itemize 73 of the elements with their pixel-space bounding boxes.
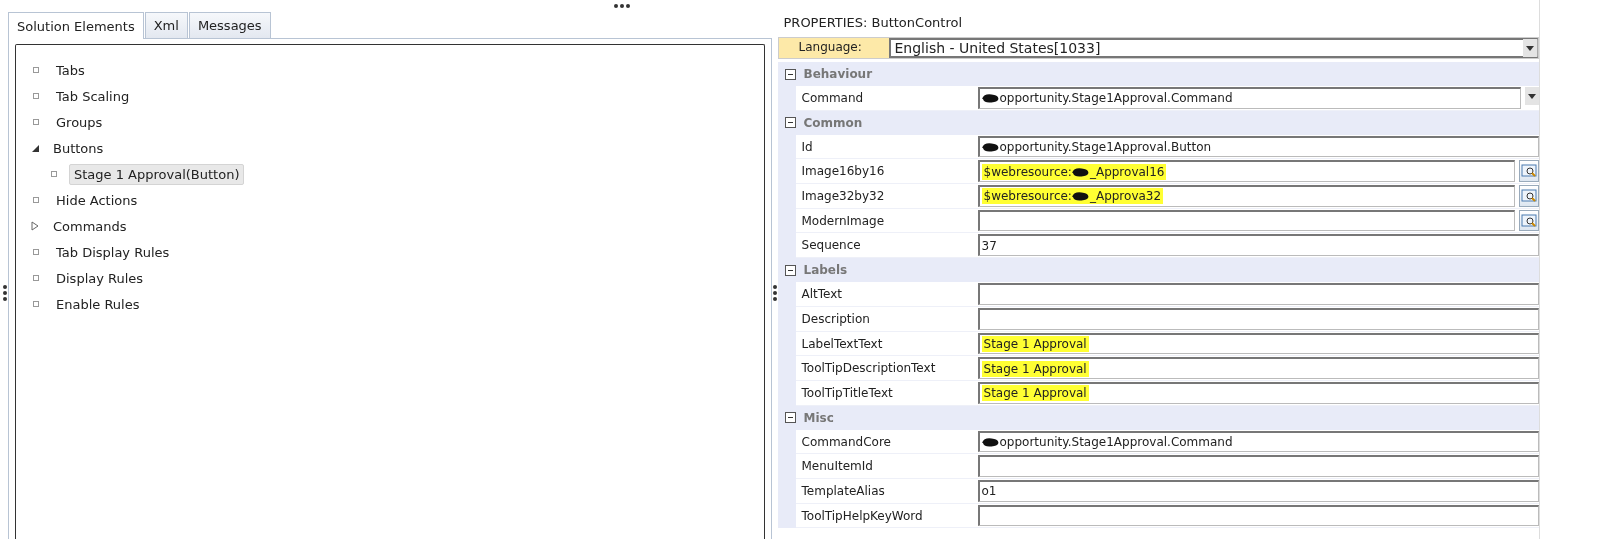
bullet-icon	[33, 197, 39, 203]
properties-title: PROPERTIES: ButtonControl	[782, 15, 964, 32]
group-header: Common	[803, 115, 863, 130]
bullet-icon	[33, 67, 39, 73]
language-label: Language:	[778, 38, 889, 58]
drag-handle-icon[interactable]	[3, 285, 7, 301]
bullet-icon	[51, 171, 57, 177]
bullet-icon	[33, 119, 39, 125]
property-label: ToolTipHelpKeyWord	[795, 503, 976, 528]
property-field[interactable]: opportunity.Stage1Approval.Command	[977, 87, 1522, 109]
property-label: CommandCore	[795, 429, 976, 454]
group-header: Behaviour	[803, 67, 873, 81]
browse-button[interactable]	[1519, 185, 1540, 207]
property-label: LabelTextText	[795, 331, 976, 356]
bullet-icon	[33, 301, 39, 307]
magnifier-icon	[1521, 188, 1538, 203]
magnifier-icon	[1521, 164, 1538, 179]
bullet-icon	[33, 249, 39, 255]
drag-handle-icon[interactable]	[614, 4, 630, 8]
property-label: Image16by16	[795, 159, 976, 184]
property-field[interactable]: Stage 1 Approval	[977, 381, 1540, 404]
tree-item[interactable]: Display Rules	[51, 267, 149, 289]
browse-button[interactable]	[1519, 209, 1540, 232]
collapse-icon[interactable]	[784, 117, 796, 129]
tree-item[interactable]: Tab Scaling	[51, 85, 135, 107]
browse-button[interactable]	[1519, 160, 1540, 183]
tree-item[interactable]: Groups	[51, 111, 108, 133]
tab[interactable]: Xml	[144, 12, 188, 38]
tree-item[interactable]: Tabs	[51, 59, 90, 81]
property-field[interactable]: 37	[977, 234, 1540, 257]
property-field[interactable]: opportunity.Stage1Approval.Command	[977, 430, 1540, 453]
property-label: AltText	[795, 282, 976, 306]
group-header: Misc	[803, 410, 834, 425]
property-field[interactable]: Stage 1 Approval	[977, 357, 1540, 379]
collapse-icon[interactable]	[784, 412, 796, 424]
language-dropdown[interactable]: English - United States[1033]	[888, 38, 1539, 58]
group-header: Labels	[803, 263, 848, 278]
tree-item[interactable]: Buttons	[48, 137, 109, 159]
property-label: ModernImage	[795, 208, 976, 233]
bullet-icon	[33, 93, 39, 99]
collapse-icon[interactable]	[784, 68, 796, 80]
property-field[interactable]: $webresource: _Approval16	[977, 160, 1516, 183]
tree-item[interactable]: Stage 1 Approval(Button)	[69, 163, 245, 185]
property-label: Sequence	[795, 233, 976, 258]
property-field[interactable]	[977, 307, 1540, 330]
property-label: Description	[795, 306, 976, 331]
tree-item[interactable]: Enable Rules	[51, 293, 145, 315]
property-field[interactable]: $webresource: _Approva32	[977, 185, 1516, 207]
tab[interactable]: Messages	[188, 12, 271, 38]
collapse-icon[interactable]	[784, 264, 796, 276]
bullet-icon	[33, 275, 39, 281]
tree-item[interactable]: Hide Actions	[51, 189, 143, 211]
property-field[interactable]	[977, 504, 1540, 527]
property-field[interactable]: Stage 1 Approval	[977, 332, 1540, 355]
property-field[interactable]	[977, 209, 1516, 232]
collapsed-triangle-icon[interactable]	[30, 221, 40, 231]
property-field[interactable]: opportunity.Stage1Approval.Button	[977, 135, 1540, 158]
property-field[interactable]	[977, 283, 1540, 305]
property-label: Image32by32	[795, 184, 976, 208]
tab[interactable]: Solution Elements	[8, 12, 144, 39]
property-field[interactable]	[977, 455, 1540, 477]
magnifier-icon	[1521, 213, 1538, 228]
tree-item[interactable]: Commands	[48, 215, 132, 237]
property-label: ToolTipTitleText	[795, 380, 976, 405]
property-label: TemplateAlias	[795, 478, 976, 503]
tree-item[interactable]: Tab Display Rules	[51, 241, 175, 263]
property-field[interactable]: o1	[977, 479, 1540, 502]
drag-handle-icon[interactable]	[773, 285, 777, 301]
property-label: ToolTipDescriptionText	[795, 356, 976, 380]
property-label: Id	[795, 134, 976, 159]
property-label: MenuItemId	[795, 454, 976, 478]
property-label: Command	[795, 86, 976, 110]
expanded-triangle-icon[interactable]	[30, 143, 40, 153]
